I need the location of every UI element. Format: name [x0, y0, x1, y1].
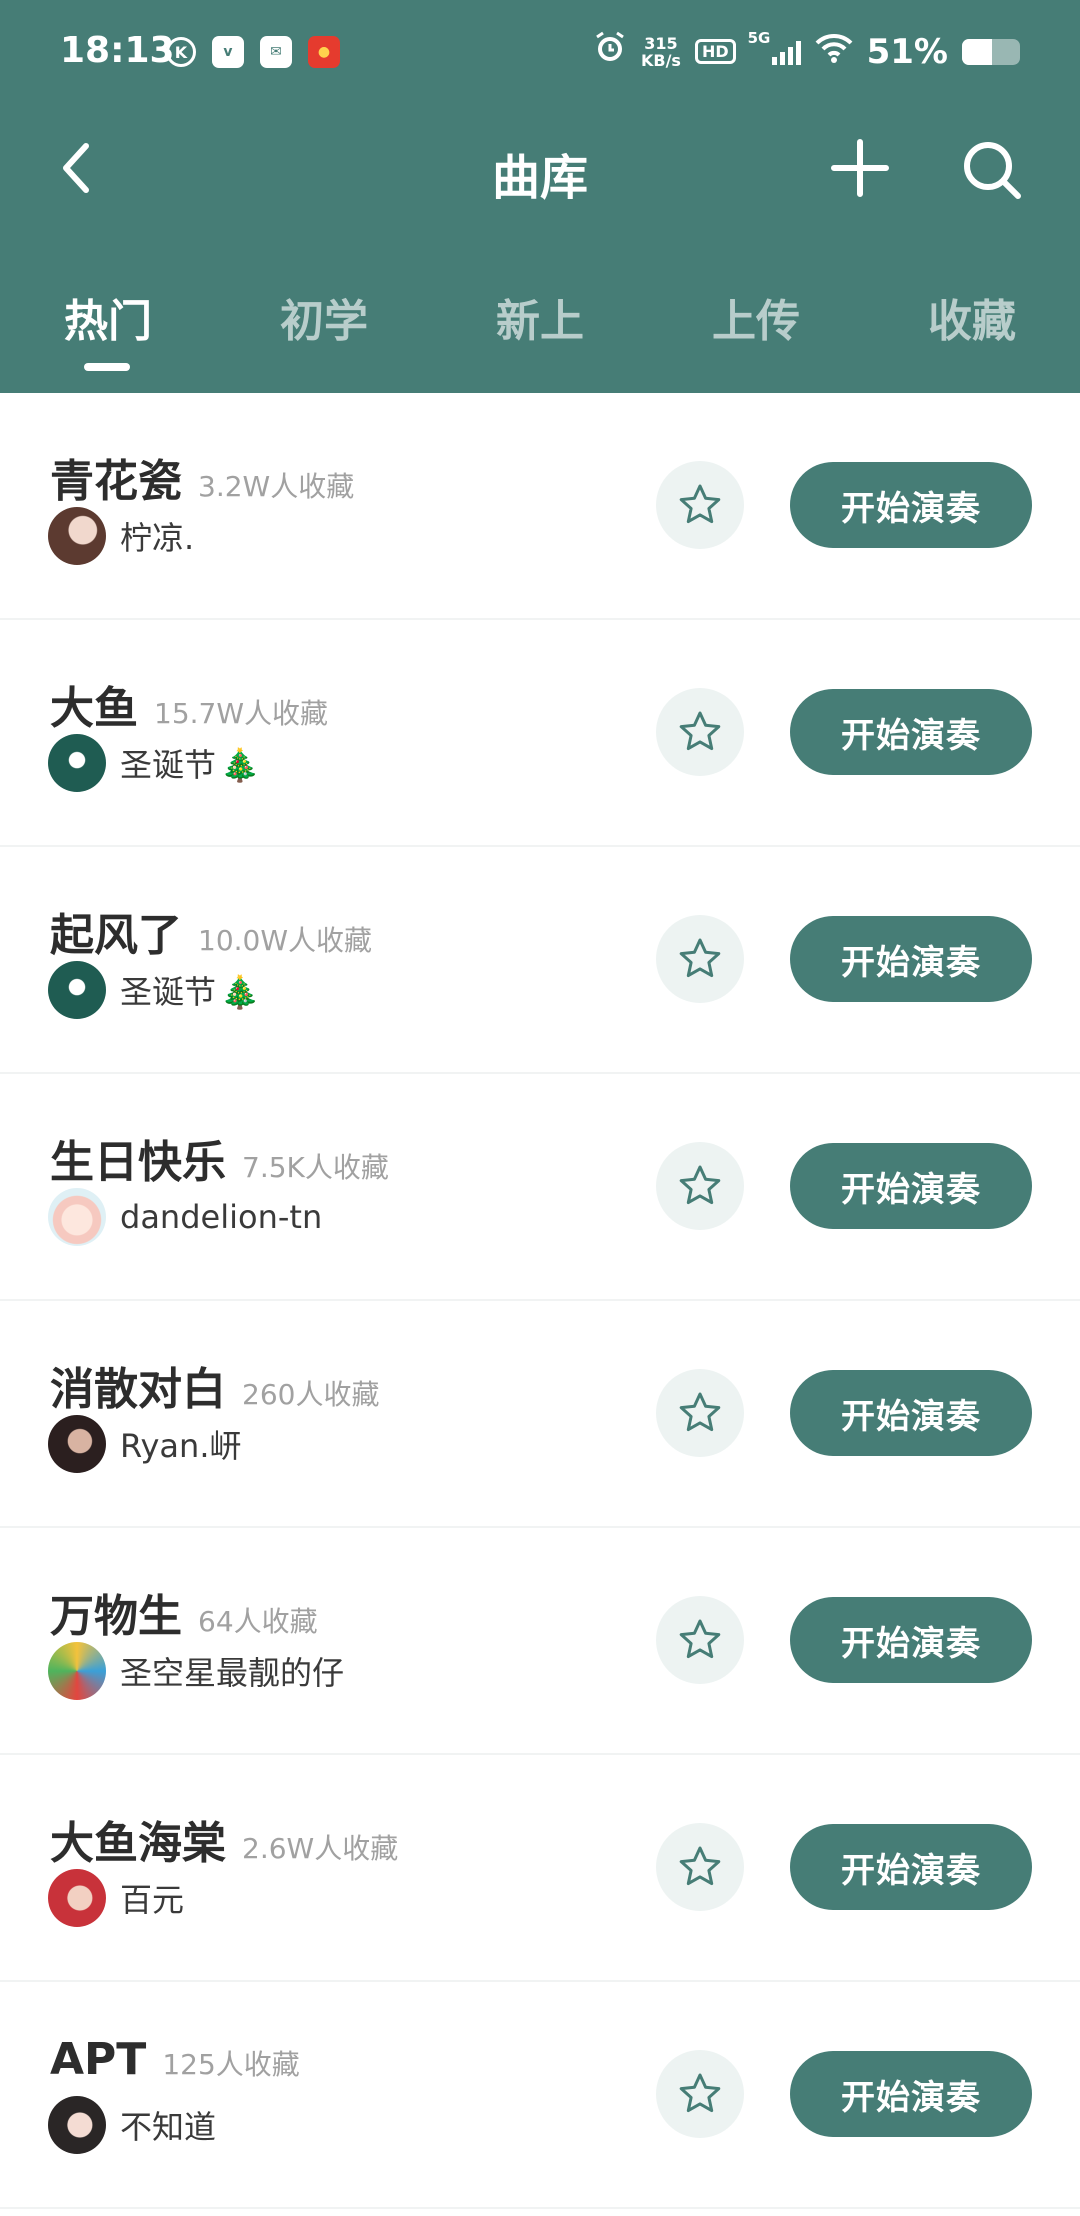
star-icon — [679, 711, 721, 751]
favorite-button[interactable] — [656, 1596, 744, 1684]
song-row[interactable]: 起风了 10.0W人收藏 圣诞节 🎄 开始演奏 — [0, 847, 1080, 1074]
cell-signal-icon: 5G — [748, 29, 801, 65]
avatar[interactable] — [48, 2096, 106, 2154]
avatar[interactable] — [48, 507, 106, 565]
favorite-button[interactable] — [656, 915, 744, 1003]
star-icon — [679, 484, 721, 524]
song-title: 生日快乐 — [50, 1137, 226, 1188]
song-row[interactable]: 生日快乐 7.5K人收藏 dandelion-tn 开始演奏 — [0, 1074, 1080, 1301]
uploader-name[interactable]: Ryan.岍 — [120, 1421, 242, 1467]
hd-icon: HD — [694, 39, 736, 64]
start-play-button[interactable]: 开始演奏 — [790, 462, 1032, 548]
song-list: 青花瓷 3.2W人收藏 柠凉. 开始演奏 大鱼 15.7W人收藏 圣诞节 🎄 开始演奏… — [0, 393, 1080, 2209]
uploader-name[interactable]: 柠凉. — [120, 513, 194, 559]
song-title: 大鱼 — [50, 683, 138, 734]
song-row[interactable]: 青花瓷 3.2W人收藏 柠凉. 开始演奏 — [0, 393, 1080, 620]
avatar[interactable] — [48, 734, 106, 792]
song-row[interactable]: 消散对白 260人收藏 Ryan.岍 开始演奏 — [0, 1301, 1080, 1528]
net-speed: 315 KB/s — [640, 33, 681, 70]
battery-percent: 51% — [866, 31, 948, 72]
song-row[interactable]: APT 125人收藏 不知道 开始演奏 — [0, 1982, 1080, 2209]
avatar[interactable] — [48, 1642, 106, 1700]
notification-icons: K v ✉ ● — [166, 36, 340, 68]
k-app-icon: K — [166, 37, 196, 67]
avatar[interactable] — [48, 1869, 106, 1927]
tab-new[interactable]: 新上 — [496, 285, 584, 349]
app-header: 18:13 K v ✉ ● 315 KB/s HD 5G 51% 曲库 热门 初… — [0, 0, 1080, 393]
song-title: 大鱼海棠 — [50, 1818, 226, 1869]
favorite-button[interactable] — [656, 2050, 744, 2138]
uploader-name[interactable]: 圣诞节 🎄 — [120, 967, 260, 1013]
uploader-name[interactable]: 圣诞节 🎄 — [120, 740, 260, 786]
vivo-app-icon: v — [212, 36, 244, 68]
tab-upload[interactable]: 上传 — [712, 285, 800, 349]
star-icon — [679, 938, 721, 978]
wifi-icon — [815, 32, 853, 72]
start-play-button[interactable]: 开始演奏 — [790, 1597, 1032, 1683]
start-play-button[interactable]: 开始演奏 — [790, 1370, 1032, 1456]
song-row[interactable]: 大鱼海棠 2.6W人收藏 百元 开始演奏 — [0, 1755, 1080, 1982]
start-play-button[interactable]: 开始演奏 — [790, 916, 1032, 1002]
star-icon — [679, 1392, 721, 1432]
tab-favorites[interactable]: 收藏 — [928, 285, 1016, 349]
favorite-button[interactable] — [656, 1142, 744, 1230]
song-title: 青花瓷 — [50, 456, 182, 507]
uploader-name[interactable]: 圣空星最靓的仔 — [120, 1648, 344, 1694]
avatar[interactable] — [48, 961, 106, 1019]
start-play-button[interactable]: 开始演奏 — [790, 1143, 1032, 1229]
tab-beginner[interactable]: 初学 — [280, 285, 368, 349]
start-play-button[interactable]: 开始演奏 — [790, 689, 1032, 775]
song-title: 万物生 — [50, 1591, 182, 1642]
news-app-icon: ● — [308, 36, 340, 68]
avatar[interactable] — [48, 1415, 106, 1473]
star-icon — [679, 2073, 721, 2113]
nav-bar: 曲库 — [0, 110, 1080, 230]
uploader-name[interactable]: dandelion-tn — [120, 1198, 322, 1236]
avatar[interactable] — [48, 1188, 106, 1246]
category-tabs: 热门 初学 新上 上传 收藏 — [0, 285, 1080, 375]
favorite-count: 260人收藏 — [242, 1378, 380, 1411]
song-title: 起风了 — [50, 910, 182, 961]
favorite-button[interactable] — [656, 1823, 744, 1911]
christmas-tree-emoji: 🎄 — [220, 746, 260, 784]
alarm-icon — [593, 30, 627, 73]
song-row[interactable]: 大鱼 15.7W人收藏 圣诞节 🎄 开始演奏 — [0, 620, 1080, 847]
favorite-count: 15.7W人收藏 — [154, 697, 329, 730]
start-play-button[interactable]: 开始演奏 — [790, 2051, 1032, 2137]
battery-icon — [962, 38, 1020, 65]
favorite-count: 10.0W人收藏 — [198, 924, 373, 957]
status-right: 315 KB/s HD 5G 51% — [593, 29, 1020, 73]
tab-indicator — [84, 363, 130, 371]
christmas-tree-emoji: 🎄 — [220, 973, 260, 1011]
favorite-count: 3.2W人收藏 — [198, 470, 355, 503]
favorite-count: 2.6W人收藏 — [242, 1832, 399, 1865]
favorite-count: 125人收藏 — [162, 2048, 300, 2081]
start-play-button[interactable]: 开始演奏 — [790, 1824, 1032, 1910]
status-time: 18:13 — [60, 30, 175, 71]
favorite-count: 7.5K人收藏 — [242, 1151, 389, 1184]
favorite-button[interactable] — [656, 1369, 744, 1457]
mail-app-icon: ✉ — [260, 36, 292, 68]
add-icon[interactable] — [830, 138, 890, 198]
page-title: 曲库 — [491, 150, 588, 206]
star-icon — [679, 1619, 721, 1659]
song-title: 消散对白 — [50, 1364, 226, 1415]
song-row[interactable]: 万物生 64人收藏 圣空星最靓的仔 开始演奏 — [0, 1528, 1080, 1755]
favorite-button[interactable] — [656, 461, 744, 549]
favorite-count: 64人收藏 — [198, 1605, 318, 1638]
uploader-name[interactable]: 百元 — [120, 1875, 184, 1921]
star-icon — [679, 1846, 721, 1886]
star-icon — [679, 1165, 721, 1205]
song-title: APT — [50, 2034, 147, 2085]
tab-hot[interactable]: 热门 — [64, 285, 152, 349]
status-bar: 18:13 K v ✉ ● 315 KB/s HD 5G 51% — [0, 0, 1080, 110]
favorite-button[interactable] — [656, 688, 744, 776]
search-icon[interactable] — [960, 138, 1024, 202]
uploader-name[interactable]: 不知道 — [120, 2102, 216, 2148]
